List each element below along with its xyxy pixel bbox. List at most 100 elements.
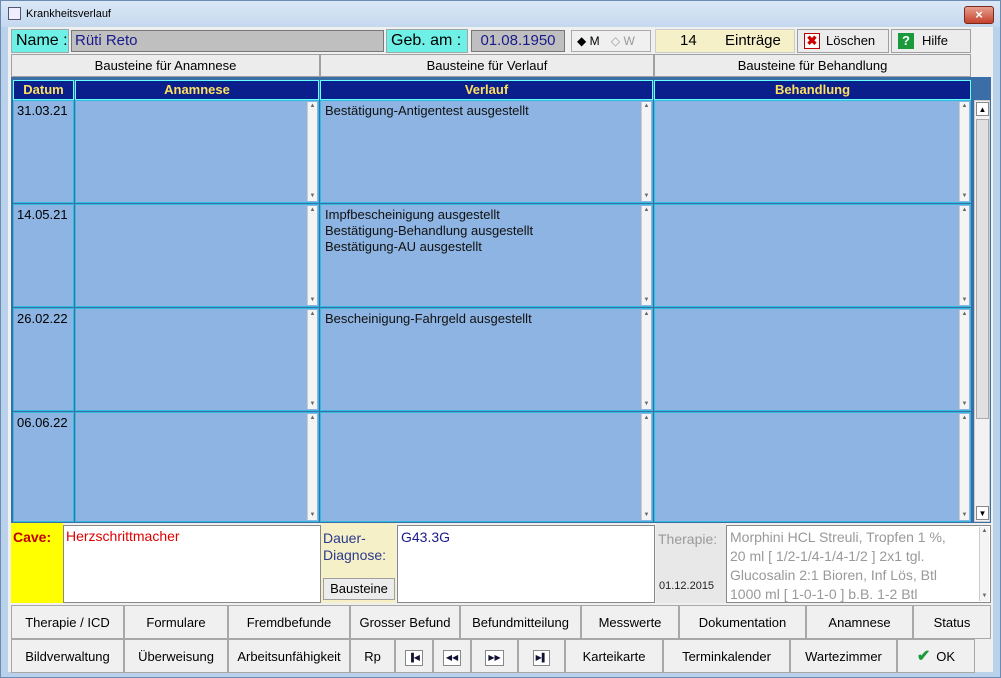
cell-behandlung[interactable]: ▲ ▼ — [654, 412, 971, 522]
scroll-up-icon[interactable]: ▲ — [642, 102, 651, 111]
button-wartezimmer[interactable]: Wartezimmer — [790, 639, 897, 673]
cell-scrollbar[interactable]: ▲ ▼ — [959, 102, 969, 201]
cell-anamnese[interactable]: ▲ ▼ — [75, 412, 319, 522]
button-fremdbefunde[interactable]: Fremdbefunde — [228, 605, 350, 639]
delete-button[interactable]: ✖ Löschen — [797, 29, 889, 53]
cell-scrollbar[interactable]: ▲ ▼ — [641, 102, 651, 201]
cell-scrollbar[interactable]: ▲ ▼ — [959, 206, 969, 305]
scroll-down-icon[interactable]: ▼ — [960, 511, 969, 520]
therapie-label-box: Therapie: 01.12.2015 — [656, 523, 726, 603]
help-button[interactable]: ? Hilfe — [891, 29, 971, 53]
scroll-up-icon[interactable]: ▲ — [960, 206, 969, 215]
ok-button[interactable]: ✔ OK — [897, 639, 975, 673]
bausteine-behandlung-button[interactable]: Bausteine für Behandlung — [654, 54, 971, 77]
button-dokumentation[interactable]: Dokumentation — [679, 605, 806, 639]
radio-m-icon[interactable]: ◆ — [577, 34, 586, 48]
scroll-down-icon[interactable]: ▼ — [980, 592, 989, 601]
scroll-down-icon[interactable]: ▼ — [308, 296, 317, 305]
cell-scrollbar[interactable]: ▲ ▼ — [641, 206, 651, 305]
dauer-diagnose-field[interactable]: G43.3G — [397, 525, 655, 603]
prev-record-button[interactable]: ◀◀ — [433, 639, 471, 673]
scroll-down-icon[interactable]: ▼ — [642, 400, 651, 409]
cell-scrollbar[interactable]: ▲ ▼ — [307, 206, 317, 305]
scroll-up-icon[interactable]: ▲ — [960, 102, 969, 111]
table-scrollbar[interactable]: ▲ ▼ — [974, 100, 990, 522]
scroll-down-icon[interactable]: ▼ — [642, 511, 651, 520]
cell-verlauf[interactable]: ▲ ▼ — [320, 412, 653, 522]
close-button[interactable]: × — [964, 6, 994, 24]
scroll-down-icon[interactable]: ▼ — [976, 506, 989, 520]
button-arbeitsunfähigkeit[interactable]: Arbeitsunfähigkeit — [228, 639, 350, 673]
button-formulare[interactable]: Formulare — [124, 605, 228, 639]
cell-verlauf[interactable]: Bescheinigung-Fahrgeld ausgestellt ▲ ▼ — [320, 308, 653, 411]
cell-date[interactable]: 06.06.22 — [13, 412, 74, 522]
cell-scrollbar[interactable]: ▲ ▼ — [959, 414, 969, 520]
cell-verlauf[interactable]: Bestätigung-Antigentest ausgestellt ▲ ▼ — [320, 100, 653, 203]
dauer-bausteine-button[interactable]: Bausteine — [323, 578, 395, 600]
scroll-down-icon[interactable]: ▼ — [308, 400, 317, 409]
button-status[interactable]: Status — [913, 605, 991, 639]
scroll-up-icon[interactable]: ▲ — [308, 310, 317, 319]
cell-date[interactable]: 31.03.21 — [13, 100, 74, 203]
radio-w-icon[interactable]: ◇ — [611, 34, 620, 48]
cell-scrollbar[interactable]: ▲ ▼ — [959, 310, 969, 409]
cave-field[interactable]: Herzschrittmacher — [63, 525, 321, 603]
cell-scrollbar[interactable]: ▲ ▼ — [641, 414, 651, 520]
button-bildverwaltung[interactable]: Bildverwaltung — [11, 639, 124, 673]
first-record-button[interactable]: ▐◀ — [395, 639, 433, 673]
bausteine-anamnese-button[interactable]: Bausteine für Anamnese — [11, 54, 320, 77]
scroll-up-icon[interactable]: ▲ — [308, 414, 317, 423]
cell-scrollbar[interactable]: ▲ ▼ — [307, 102, 317, 201]
cell-behandlung[interactable]: ▲ ▼ — [654, 204, 971, 307]
cell-verlauf[interactable]: Impfbescheinigung ausgestellt Bestätigung… — [320, 204, 653, 307]
scroll-up-icon[interactable]: ▲ — [960, 310, 969, 319]
scroll-up-icon[interactable]: ▲ — [976, 102, 989, 116]
button-terminkalender[interactable]: Terminkalender — [663, 639, 790, 673]
cell-scrollbar[interactable]: ▲ ▼ — [307, 310, 317, 409]
button-therapie-icd[interactable]: Therapie / ICD — [11, 605, 124, 639]
scroll-up-icon[interactable]: ▲ — [642, 206, 651, 215]
scroll-up-icon[interactable]: ▲ — [642, 414, 651, 423]
button-messwerte[interactable]: Messwerte — [581, 605, 679, 639]
gender-m-label[interactable]: M — [590, 34, 600, 48]
scroll-up-icon[interactable]: ▲ — [960, 414, 969, 423]
bausteine-verlauf-button[interactable]: Bausteine für Verlauf — [320, 54, 654, 77]
button-überweisung[interactable]: Überweisung — [124, 639, 228, 673]
scroll-up-icon[interactable]: ▲ — [308, 206, 317, 215]
entry-text — [321, 413, 652, 417]
scroll-up-icon[interactable]: ▲ — [308, 102, 317, 111]
scroll-up-icon[interactable]: ▲ — [980, 527, 989, 536]
button-rp[interactable]: Rp — [350, 639, 395, 673]
next-record-button[interactable]: ▶▶ — [471, 639, 518, 673]
last-record-button[interactable]: ▶▌ — [518, 639, 565, 673]
scroll-up-icon[interactable]: ▲ — [642, 310, 651, 319]
cell-anamnese[interactable]: ▲ ▼ — [75, 308, 319, 411]
scroll-down-icon[interactable]: ▼ — [642, 296, 651, 305]
cell-date[interactable]: 26.02.22 — [13, 308, 74, 411]
cell-behandlung[interactable]: ▲ ▼ — [654, 100, 971, 203]
dob-field[interactable]: 01.08.1950 — [471, 30, 565, 52]
scroll-thumb[interactable] — [976, 119, 989, 419]
scroll-down-icon[interactable]: ▼ — [960, 192, 969, 201]
button-befundmitteilung[interactable]: Befundmitteilung — [460, 605, 581, 639]
scroll-down-icon[interactable]: ▼ — [960, 296, 969, 305]
header-datum: Datum — [13, 80, 74, 100]
button-karteikarte[interactable]: Karteikarte — [565, 639, 663, 673]
button-grosser-befund[interactable]: Grosser Befund — [350, 605, 460, 639]
verlauf-line: Bestätigung-AU ausgestellt — [325, 239, 482, 254]
name-field[interactable]: Rüti Reto — [71, 30, 384, 52]
cell-scrollbar[interactable]: ▲ ▼ — [307, 414, 317, 520]
scroll-down-icon[interactable]: ▼ — [308, 192, 317, 201]
therapie-scrollbar[interactable]: ▲ ▼ — [979, 527, 989, 601]
scroll-down-icon[interactable]: ▼ — [308, 511, 317, 520]
cell-date[interactable]: 14.05.21 — [13, 204, 74, 307]
cell-anamnese[interactable]: ▲ ▼ — [75, 204, 319, 307]
gender-w-label[interactable]: W — [624, 34, 635, 48]
scroll-down-icon[interactable]: ▼ — [960, 400, 969, 409]
button-anamnese[interactable]: Anamnese — [806, 605, 913, 639]
cell-behandlung[interactable]: ▲ ▼ — [654, 308, 971, 411]
cell-anamnese[interactable]: ▲ ▼ — [75, 100, 319, 203]
scroll-down-icon[interactable]: ▼ — [642, 192, 651, 201]
therapie-field[interactable]: Morphini HCL Streuli, Tropfen 1 %, 20 ml … — [726, 525, 991, 603]
cell-scrollbar[interactable]: ▲ ▼ — [641, 310, 651, 409]
